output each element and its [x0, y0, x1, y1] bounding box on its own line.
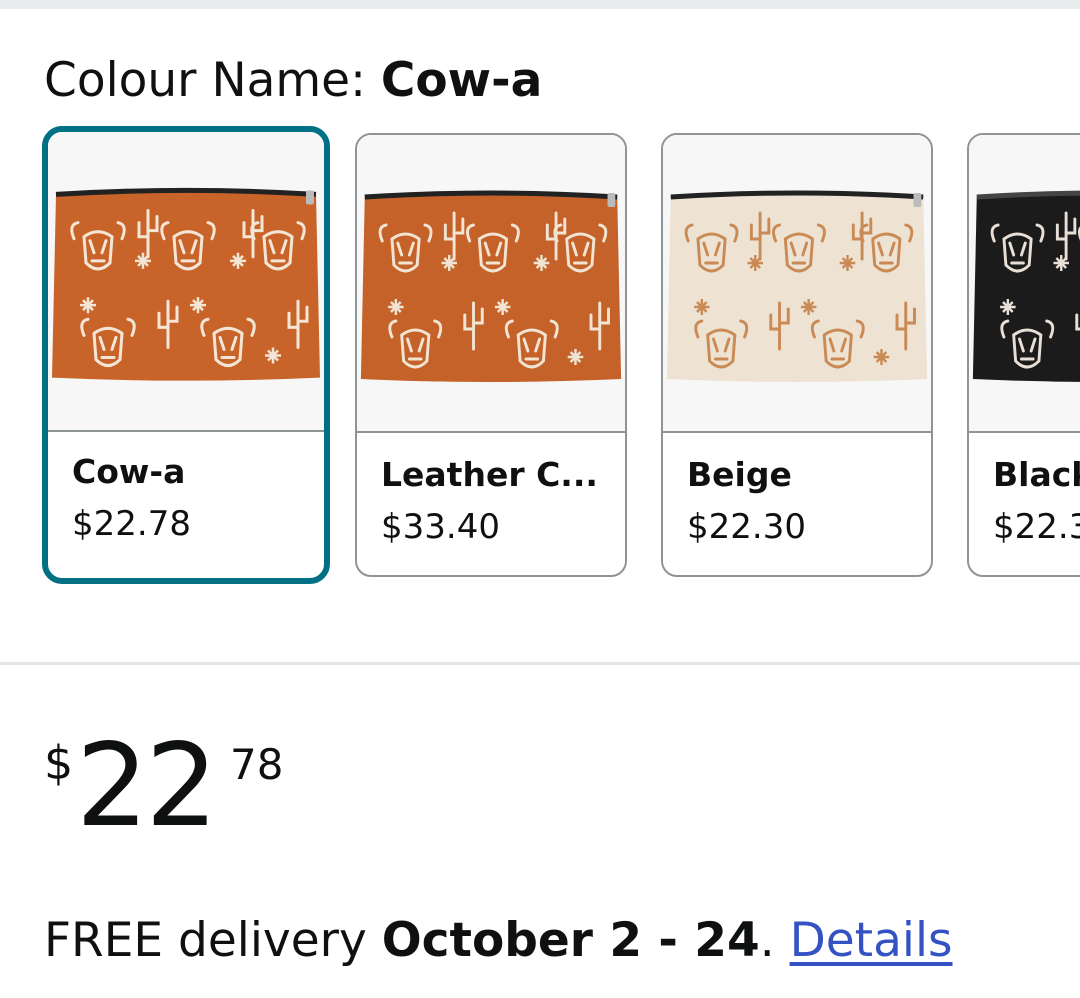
bag-body [666, 193, 928, 382]
delivery-prefix: FREE delivery [44, 913, 382, 968]
bag-body [360, 193, 622, 382]
swatch-name: Black [993, 455, 1080, 494]
section-divider [0, 662, 1080, 665]
variation-label-text: Colour Name: [44, 53, 381, 108]
variation-selected-value: Cow-a [380, 53, 543, 108]
swatch-thumbnail [357, 135, 625, 433]
swatch-name: Cow-a [72, 452, 186, 491]
zipper-pull [913, 193, 922, 207]
swatch-thumbnail [48, 132, 324, 432]
bag-body [52, 190, 320, 381]
cosmetic-bag-image [969, 135, 1080, 431]
delivery-suffix: . [759, 913, 790, 968]
swatch-name: Leather C... [381, 455, 598, 494]
cosmetic-bag-image [663, 135, 931, 431]
cosmetic-bag-image [48, 132, 324, 430]
swatch-price: $22.78 [72, 504, 191, 544]
cosmetic-bag-image [357, 135, 625, 431]
swatch-beige[interactable]: Beige $22.30 [661, 133, 933, 577]
variation-label: Colour Name: Cow-a [44, 50, 542, 112]
bag-body [972, 193, 1080, 382]
details-link[interactable]: Details [790, 913, 953, 968]
swatch-thumbnail [663, 135, 931, 433]
top-divider-strip [0, 0, 1080, 9]
price-whole: 22 [76, 719, 218, 852]
swatch-price: $22.30 [687, 507, 806, 547]
delivery-info: FREE delivery October 2 - 24. Details [44, 910, 953, 972]
price-symbol: $ [44, 736, 74, 790]
swatch-name: Beige [687, 455, 792, 494]
price-fraction: 78 [230, 740, 284, 789]
swatch-leather-c[interactable]: Leather C... $33.40 [355, 133, 627, 577]
swatch-price: $22.30 [993, 507, 1080, 547]
delivery-dates: October 2 - 24 [381, 913, 760, 968]
swatch-cow-a[interactable]: Cow-a $22.78 [42, 126, 330, 584]
swatch-black[interactable]: Black $22.30 [967, 133, 1080, 577]
swatch-price: $33.40 [381, 507, 500, 547]
colour-swatch-carousel[interactable]: Cow-a $22.78 Leather C... $33.40 Beige $… [0, 126, 1080, 596]
swatch-thumbnail [969, 135, 1080, 433]
zipper-pull [607, 193, 616, 207]
zipper-pull [306, 190, 314, 205]
